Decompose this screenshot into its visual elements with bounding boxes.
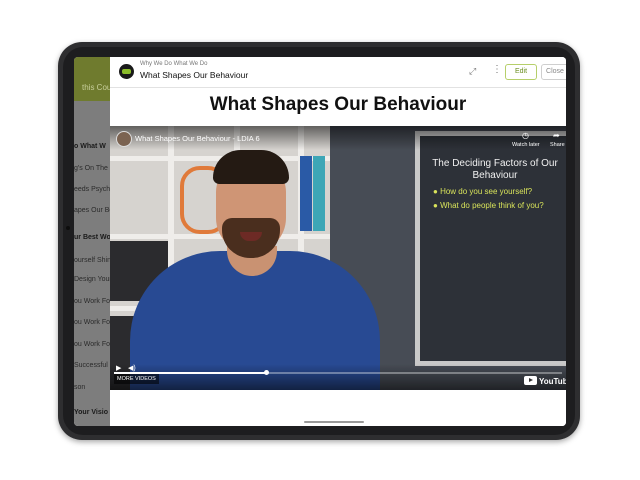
edit-button[interactable]: Edit (505, 64, 537, 80)
share-icon[interactable]: ➦ (553, 131, 560, 140)
clock-icon[interactable]: ◷ (522, 131, 529, 140)
tablet-camera (66, 226, 70, 230)
course-sidebar-item[interactable]: g's On The (74, 165, 108, 172)
video-bottom-bar (110, 364, 566, 390)
course-sidebar-item[interactable]: o What W (74, 143, 106, 150)
course-sidebar-item[interactable]: ou Work For (74, 298, 112, 305)
course-sidebar-item[interactable]: ou Work For (74, 341, 112, 348)
youtube-logo[interactable]: YouTube (524, 376, 566, 386)
course-sidebar-item[interactable]: son (74, 384, 85, 391)
modal-title: What Shapes Our Behaviour (140, 70, 249, 80)
share-label[interactable]: Share (550, 142, 565, 148)
video-title[interactable]: What Shapes Our Behaviour - LDIA 6 (135, 134, 260, 143)
youtube-brand-text: YouTube (539, 377, 566, 386)
binder (313, 156, 325, 231)
channel-avatar[interactable] (116, 131, 132, 147)
binder (300, 156, 312, 231)
breadcrumb[interactable]: Why We Do What We Do (140, 61, 207, 67)
course-sidebar-item[interactable]: Successful E (74, 362, 114, 369)
course-sidebar-item[interactable]: ou Work For (74, 319, 112, 326)
course-sidebar-header: this Course (74, 57, 122, 101)
board-bullet-text: What do people think of you? (440, 201, 544, 210)
board-bullet: ● How do you see yourself? (433, 187, 533, 196)
lesson-modal: Why We Do What We Do What Shapes Our Beh… (110, 57, 566, 426)
board-bullet-text: How do you see yourself? (440, 187, 533, 196)
more-videos-button[interactable]: MORE VIDEOS (114, 374, 159, 384)
play-icon[interactable]: ▶ (116, 364, 121, 372)
course-sidebar-item[interactable]: eeds Psych (74, 186, 110, 193)
course-sidebar-item[interactable]: ur Best Wo (74, 234, 111, 241)
watch-later-label[interactable]: Watch later (512, 142, 540, 148)
board-bullet: ● What do people think of you? (433, 201, 544, 210)
presenter-hair (213, 150, 289, 184)
video-player[interactable]: The Deciding Factors of Our Behaviour ● … (110, 126, 566, 390)
course-sidebar-item[interactable]: apes Our Be (74, 207, 113, 214)
course-sidebar-item[interactable]: ourself Shin (74, 257, 111, 264)
whiteboard: The Deciding Factors of Our Behaviour ● … (415, 131, 566, 366)
tablet-screen: this Course o What W g's On The eeds Psych… (74, 57, 566, 426)
close-button[interactable]: Close (541, 64, 566, 80)
modal-header: Why We Do What We Do What Shapes Our Beh… (110, 57, 566, 88)
course-logo-icon (119, 64, 134, 79)
lesson-heading: What Shapes Our Behaviour (209, 94, 467, 115)
board-title: The Deciding Factors of Our Behaviour (432, 158, 558, 181)
course-sidebar: this Course o What W g's On The eeds Psych… (74, 57, 122, 426)
youtube-play-icon (524, 376, 537, 385)
volume-icon[interactable]: ◀) (128, 364, 136, 372)
course-sidebar-item[interactable]: Your Visio (74, 409, 108, 416)
home-indicator (304, 421, 364, 423)
more-vertical-icon[interactable]: ⋮ (492, 64, 502, 75)
video-progress-bar[interactable] (114, 370, 562, 375)
course-sidebar-item[interactable]: Design Your (74, 276, 112, 283)
expand-icon[interactable]: ⤢ (469, 66, 476, 77)
